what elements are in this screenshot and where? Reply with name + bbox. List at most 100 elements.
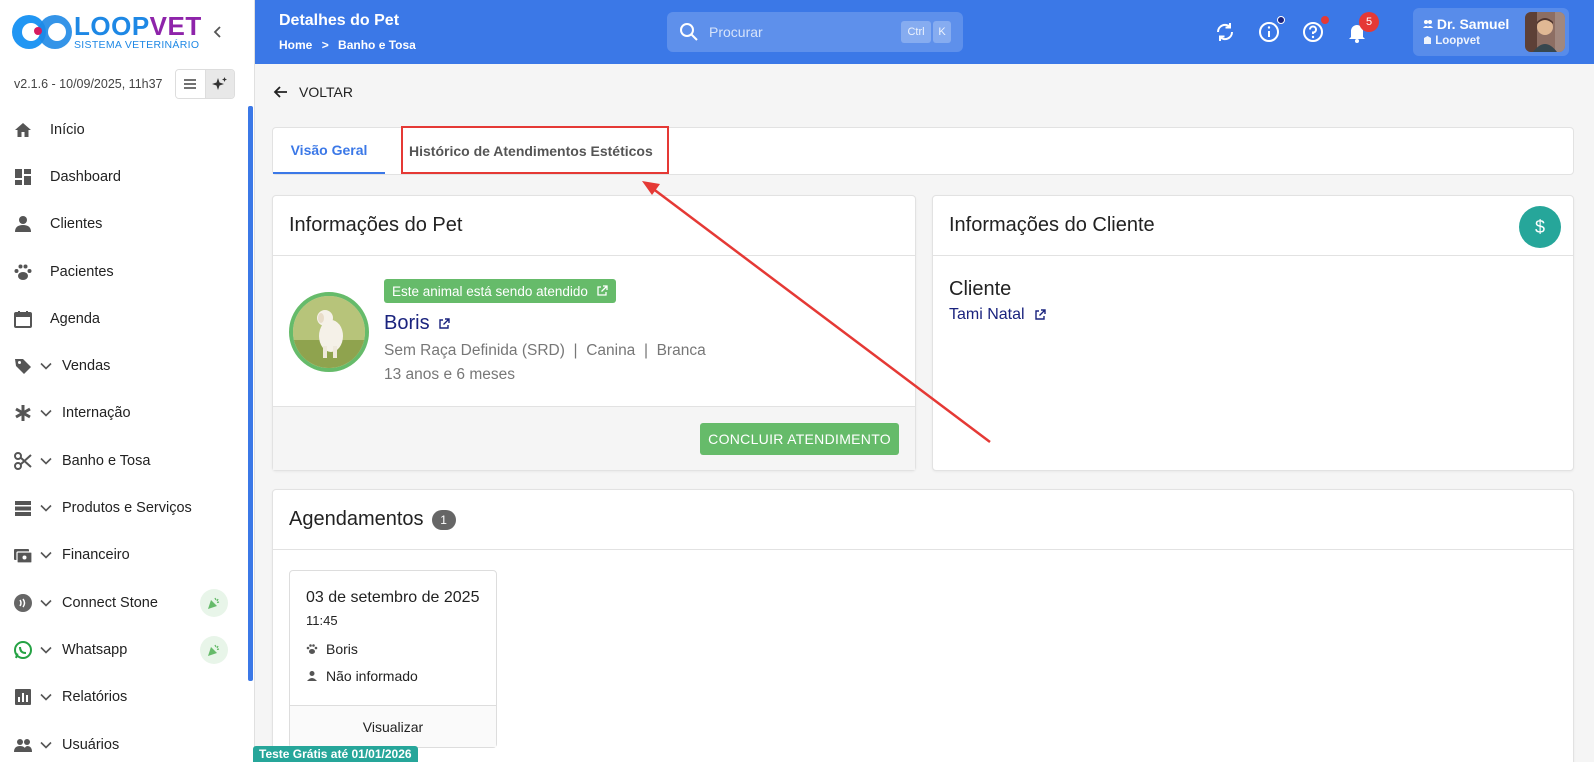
users-small-icon — [1423, 20, 1433, 28]
pet-breed: Sem Raça Definida (SRD) — [384, 342, 565, 359]
search-icon — [680, 23, 698, 41]
cash-icon — [12, 544, 34, 566]
chevron-down-icon — [40, 646, 54, 654]
user-org: Loopvet — [1423, 35, 1480, 47]
sidebar-item-banho-e-tosa[interactable]: Banho e Tosa — [0, 437, 248, 484]
sidebar-item-label: Pacientes — [50, 263, 114, 280]
appointment-time: 11:45 — [306, 613, 338, 628]
external-link-icon — [597, 285, 608, 296]
external-link-icon — [1034, 309, 1046, 320]
help-button[interactable] — [1301, 16, 1329, 44]
back-label: VOLTAR — [299, 84, 353, 100]
arrow-left-icon — [273, 86, 287, 98]
sidebar-item-label: Whatsapp — [62, 641, 128, 658]
collapse-sidebar-button[interactable] — [208, 22, 228, 42]
breadcrumb-banho-tosa[interactable]: Banho e Tosa — [338, 38, 416, 52]
sidebar-item-internacao[interactable]: Internação — [0, 390, 248, 437]
info-button[interactable] — [1257, 16, 1285, 44]
sidebar-item-inicio[interactable]: Início — [0, 106, 248, 153]
sync-icon — [1216, 23, 1234, 41]
logo-brand-vet: VET — [149, 11, 202, 42]
breadcrumb-separator: > — [321, 38, 329, 52]
paw-icon — [12, 261, 34, 283]
pet-photo — [289, 292, 369, 372]
asterisk-icon — [12, 402, 34, 424]
info-icon — [1259, 22, 1279, 42]
view-appointment-button[interactable]: Visualizar — [290, 705, 496, 747]
tag-icon — [12, 355, 34, 377]
trial-banner[interactable]: Teste Grátis até 01/01/2026 — [253, 746, 418, 762]
chevron-down-icon — [40, 551, 54, 559]
home-icon — [12, 119, 34, 141]
annotation-highlight-box — [401, 126, 669, 174]
tab-visao-geral[interactable]: Visão Geral — [273, 128, 385, 174]
sidebar-item-connect-stone[interactable]: Connect Stone — [0, 579, 248, 626]
schedule-count-badge: 1 — [431, 509, 456, 530]
user-menu[interactable]: Dr. Samuel Loopvet — [1413, 8, 1569, 56]
top-header: Detalhes do Pet Home > Banho e Tosa Proc… — [255, 0, 1594, 64]
client-card-title: Informações do Cliente — [933, 196, 1573, 256]
user-name-text: Dr. Samuel — [1436, 16, 1510, 32]
chevron-down-icon — [40, 693, 54, 701]
sidebar-item-financeiro[interactable]: Financeiro — [0, 532, 248, 579]
kbd-ctrl: Ctrl — [901, 21, 931, 43]
ai-sparkle-button[interactable] — [204, 70, 234, 98]
appointment-pet: Boris — [306, 641, 358, 657]
finish-attendance-button[interactable]: CONCLUIR ATENDIMENTO — [700, 423, 899, 455]
breadcrumb-home[interactable]: Home — [279, 38, 312, 52]
chevron-down-icon — [40, 409, 54, 418]
schedule-card: Agendamentos 1 03 de setembro de 2025 11… — [272, 489, 1574, 762]
calendar-icon — [12, 308, 34, 330]
pet-species: Canina — [586, 342, 636, 359]
attending-status-chip[interactable]: Este animal está sendo atendido — [384, 279, 616, 303]
appointment-vet-name: Não informado — [326, 668, 418, 684]
notifications-button[interactable]: 5 — [1345, 12, 1379, 44]
whatsapp-icon — [12, 639, 34, 661]
sidebar-item-dashboard[interactable]: Dashboard — [0, 153, 248, 200]
sidebar-item-label: Dashboard — [50, 168, 121, 185]
pet-name-link[interactable]: Boris — [384, 312, 450, 335]
version-row: v2.1.6 - 10/09/2025, 11h37 — [0, 64, 254, 104]
back-button[interactable]: VOLTAR — [273, 84, 353, 100]
pet-card-title: Informações do Pet — [273, 196, 915, 256]
sidebar-item-agenda[interactable]: Agenda — [0, 295, 248, 342]
sidebar-item-relatorios[interactable]: Relatórios — [0, 674, 248, 721]
pet-details: Sem Raça Definida (SRD) | Canina | Branc… — [384, 342, 706, 360]
sidebar-item-label: Internação — [62, 405, 131, 422]
pet-color: Branca — [656, 342, 706, 359]
financial-button[interactable]: $ — [1519, 206, 1561, 248]
user-org-text: Loopvet — [1435, 35, 1480, 47]
sidebar: LOOPVET SISTEMA VETERINÁRIO v2.1.6 - 10/… — [0, 0, 255, 762]
dashboard-icon — [12, 166, 34, 188]
version-text: v2.1.6 - 10/09/2025, 11h37 — [14, 77, 163, 91]
sidebar-item-label: Connect Stone — [62, 594, 158, 611]
sidebar-item-whatsapp[interactable]: Whatsapp — [0, 626, 248, 673]
chevron-down-icon — [40, 504, 54, 512]
sidebar-item-clientes[interactable]: Clientes — [0, 201, 248, 248]
user-avatar — [1525, 12, 1565, 52]
pet-name: Boris — [384, 312, 430, 334]
chevron-down-icon — [40, 599, 54, 607]
logo[interactable]: LOOPVET SISTEMA VETERINÁRIO — [0, 0, 254, 64]
menu-view-button[interactable] — [175, 70, 205, 98]
sync-button[interactable] — [1213, 20, 1237, 44]
sidebar-item-vendas[interactable]: Vendas — [0, 342, 248, 389]
client-name-link[interactable]: Tami Natal — [949, 306, 1046, 324]
person-icon — [12, 213, 34, 235]
party-popper-icon — [200, 635, 228, 664]
chevron-left-icon — [213, 26, 221, 38]
attending-status-text: Este animal está sendo atendido — [392, 283, 588, 299]
sidebar-scrollbar[interactable] — [248, 106, 253, 681]
sidebar-item-usuarios[interactable]: Usuários — [0, 721, 248, 762]
logo-subtitle: SISTEMA VETERINÁRIO — [74, 39, 200, 52]
sidebar-item-pacientes[interactable]: Pacientes — [0, 248, 248, 295]
logo-brand-loop: LOOP — [74, 11, 150, 42]
sidebar-item-label: Vendas — [62, 358, 111, 375]
sparkle-icon — [211, 77, 227, 90]
info-badge-dot — [1277, 16, 1285, 24]
appointment-vet: Não informado — [306, 668, 418, 684]
sidebar-item-produtos-e-servicos[interactable]: Produtos e Serviços — [0, 484, 248, 531]
chevron-down-icon — [40, 457, 54, 465]
search-input[interactable]: Procurar Ctrl K — [667, 12, 963, 52]
client-info-card: Informações do Cliente $ Cliente Tami Na… — [932, 195, 1574, 471]
